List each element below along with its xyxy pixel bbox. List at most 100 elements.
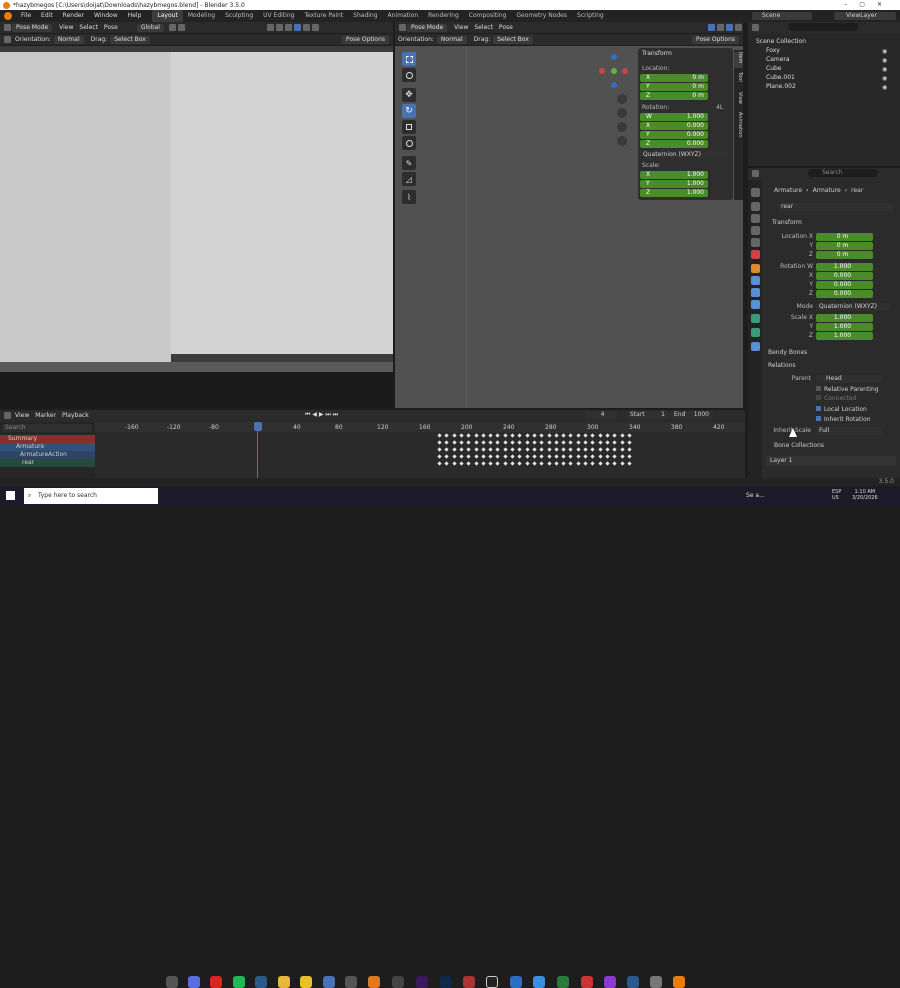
inherit-rotation-checkbox[interactable]: Inherit Rotation <box>816 416 871 423</box>
bone-constraint-tab-icon[interactable] <box>751 342 760 351</box>
keyframe[interactable] <box>627 454 632 459</box>
taskbar-search[interactable]: ⌕ Type here to search <box>24 488 158 504</box>
keyframe[interactable] <box>605 440 610 445</box>
keyframe[interactable] <box>539 461 544 466</box>
properties-search[interactable]: Search <box>808 169 878 177</box>
keyframe[interactable] <box>459 440 464 445</box>
wireframe-shading-icon[interactable] <box>284 24 292 31</box>
keyframe[interactable] <box>568 433 574 438</box>
keyframe[interactable] <box>568 447 574 452</box>
keyframe[interactable] <box>444 440 449 445</box>
object-tab-icon[interactable] <box>751 264 760 273</box>
keyframe[interactable] <box>583 447 588 452</box>
keyframe[interactable] <box>510 433 515 438</box>
keyframe[interactable] <box>590 461 595 466</box>
keyframe[interactable] <box>466 433 471 438</box>
playhead-handle[interactable] <box>254 422 262 431</box>
relations-panel[interactable]: Relations <box>768 362 796 369</box>
app-blue-icon[interactable] <box>510 976 522 988</box>
prop-location-z[interactable]: 0 m <box>816 251 873 259</box>
app-purple-icon[interactable] <box>604 976 616 988</box>
material-shading-icon[interactable] <box>302 24 310 31</box>
window-controls[interactable]: –▢✕ <box>844 0 894 10</box>
tab-animation[interactable]: Animation <box>383 10 424 22</box>
keyframe[interactable] <box>605 447 610 452</box>
keyframe[interactable] <box>466 440 471 445</box>
tool-tab-icon[interactable] <box>751 188 760 197</box>
editor-type-icon-right[interactable] <box>399 24 406 31</box>
tab-item[interactable]: Item <box>734 52 743 68</box>
keyframe[interactable] <box>597 433 603 438</box>
local-location-checkbox[interactable]: Local Location <box>816 406 867 413</box>
keyframe[interactable] <box>517 447 522 452</box>
visibility-eye-icon[interactable]: ◉ <box>882 75 887 82</box>
breadcrumb-armature-object[interactable]: Armature <box>774 187 802 194</box>
keyframe[interactable] <box>554 433 559 438</box>
keyframe[interactable] <box>539 447 544 452</box>
chrome-icon[interactable] <box>300 976 312 988</box>
keyframe[interactable] <box>459 433 464 438</box>
explorer-icon[interactable] <box>278 976 290 988</box>
keyframe[interactable] <box>481 433 486 438</box>
rendered-shading-icon[interactable] <box>311 24 319 31</box>
keyframe[interactable] <box>576 454 581 459</box>
right-drag-select[interactable]: Select Box <box>493 35 533 44</box>
keyframe[interactable] <box>539 433 544 438</box>
tab-animation-side[interactable]: Animation <box>734 112 743 146</box>
keyframe[interactable] <box>510 454 515 459</box>
keyframe[interactable] <box>546 447 552 452</box>
perspective-icon[interactable] <box>617 136 627 146</box>
blender2-icon[interactable] <box>673 976 685 988</box>
n-scale-y[interactable]: Y 1.000 <box>640 180 708 188</box>
frame-ruler[interactable]: -160 -120 -80 40 80 120 160 200 240 280 … <box>95 422 745 432</box>
scale-tool[interactable] <box>402 120 416 134</box>
keyframe[interactable] <box>488 433 493 438</box>
channel-search[interactable]: Search <box>2 424 92 432</box>
keyframe[interactable] <box>488 454 493 459</box>
n-rotation-mode-tag[interactable]: 4L <box>716 104 723 111</box>
gizmo-y-axis[interactable] <box>611 68 617 74</box>
end-frame-field[interactable]: End 1000 <box>671 411 713 419</box>
left-menu-select[interactable]: Select <box>76 24 101 31</box>
keyframe[interactable] <box>554 440 559 445</box>
visibility-eye-icon[interactable]: ◉ <box>882 57 887 64</box>
keyframe[interactable] <box>546 454 552 459</box>
prop-scale-z[interactable]: 1.000 <box>816 332 873 340</box>
keyframe[interactable] <box>605 461 610 466</box>
left-orientation-select[interactable]: Normal <box>53 35 84 44</box>
relative-parenting-checkbox[interactable]: Relative Parenting <box>816 386 879 393</box>
keyframe[interactable] <box>619 447 625 452</box>
properties-editor-icon[interactable] <box>752 170 759 177</box>
breadcrumb-bone[interactable]: rear <box>851 187 863 194</box>
camera-view-icon[interactable] <box>617 122 627 132</box>
left-drag-select[interactable]: Select Box <box>110 35 150 44</box>
prop-scale-x[interactable]: 1.000 <box>816 314 873 322</box>
keyframe[interactable] <box>561 433 566 438</box>
current-frame-field[interactable]: 4 <box>585 411 617 419</box>
menu-file[interactable]: File <box>16 10 36 22</box>
tab-uv-editing[interactable]: UV Editing <box>258 10 299 22</box>
app-gray-icon[interactable] <box>650 976 662 988</box>
n-scale-z[interactable]: Z 1.000 <box>640 189 708 197</box>
n-panel-title[interactable]: Transform <box>642 50 672 57</box>
inherit-scale-select[interactable]: Full <box>816 427 882 435</box>
right-menu-pose[interactable]: Pose <box>496 24 516 31</box>
n-rotation-mode-select[interactable]: Quaternion (WXYZ) <box>640 151 728 159</box>
keyframe[interactable] <box>488 440 493 445</box>
tab-compositing[interactable]: Compositing <box>464 10 512 22</box>
timeline-menu-marker[interactable]: Marker <box>32 412 59 419</box>
tab-view[interactable]: View <box>734 92 743 108</box>
keyframe[interactable] <box>554 447 559 452</box>
keyframe[interactable] <box>605 433 610 438</box>
after-effects-icon[interactable] <box>416 976 428 988</box>
keyframe[interactable] <box>590 433 595 438</box>
keyframe[interactable] <box>437 440 442 445</box>
keyframe[interactable] <box>444 454 449 459</box>
output-tab-icon[interactable] <box>751 214 760 223</box>
keyframe[interactable] <box>444 461 449 466</box>
parent-select[interactable]: Head <box>816 375 882 383</box>
app-red-icon[interactable] <box>463 976 475 988</box>
keyframe[interactable] <box>539 454 544 459</box>
cursor-tool[interactable] <box>402 68 416 82</box>
keyframe[interactable] <box>481 461 486 466</box>
